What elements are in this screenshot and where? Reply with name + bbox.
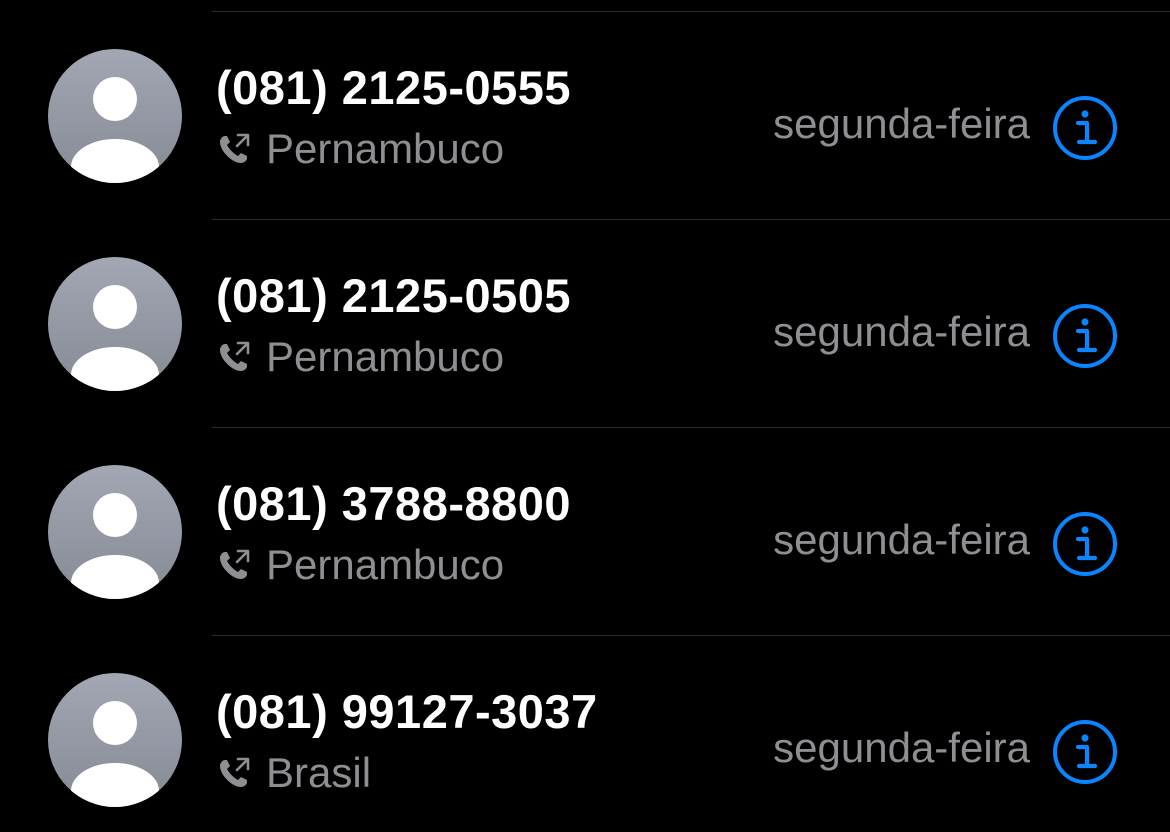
info-circle-icon	[1053, 720, 1117, 784]
phone-number: (081) 2125-0555	[216, 61, 572, 114]
info-circle-icon	[1053, 512, 1117, 576]
person-avatar-icon	[48, 673, 182, 807]
call-date: segunda-feira	[773, 724, 1030, 771]
outgoing-call-icon	[220, 549, 250, 579]
info-button[interactable]	[1052, 95, 1118, 161]
call-date: segunda-feira	[773, 308, 1030, 355]
call-date: segunda-feira	[773, 516, 1030, 563]
person-avatar-icon	[48, 465, 182, 599]
outgoing-call-icon	[220, 341, 250, 371]
call-details: Pernambuco	[216, 540, 504, 590]
info-circle-icon	[1053, 96, 1117, 160]
call-details: Brasil	[216, 748, 371, 798]
call-details: Pernambuco	[216, 124, 504, 174]
recent-calls-list: (081) 2125-0555 Pernambuco segunda-feira	[0, 0, 1170, 832]
call-row[interactable]: (081) 3788-8800 Pernambuco segunda-feira	[0, 428, 1170, 636]
info-button[interactable]	[1052, 719, 1118, 785]
call-row[interactable]: (081) 2125-0505 Pernambuco segunda-feira	[0, 220, 1170, 428]
person-avatar-icon	[48, 49, 182, 183]
call-location: Brasil	[266, 749, 372, 796]
phone-number: (081) 2125-0505	[216, 269, 572, 322]
call-row[interactable]: (081) 99127-3037 Brasil segunda-feira	[0, 636, 1170, 832]
info-circle-icon	[1053, 304, 1117, 368]
phone-number: (081) 3788-8800	[216, 477, 572, 530]
call-row[interactable]: (081) 2125-0555 Pernambuco segunda-feira	[0, 12, 1170, 220]
phone-number: (081) 99127-3037	[216, 685, 598, 738]
outgoing-call-icon	[220, 133, 250, 163]
info-button[interactable]	[1052, 303, 1118, 369]
call-location: Pernambuco	[266, 125, 505, 172]
person-avatar-icon	[48, 257, 182, 391]
call-location: Pernambuco	[266, 541, 505, 588]
call-location: Pernambuco	[266, 333, 505, 380]
call-details: Pernambuco	[216, 332, 504, 382]
outgoing-call-icon	[220, 757, 250, 787]
call-date: segunda-feira	[773, 100, 1030, 147]
info-button[interactable]	[1052, 511, 1118, 577]
